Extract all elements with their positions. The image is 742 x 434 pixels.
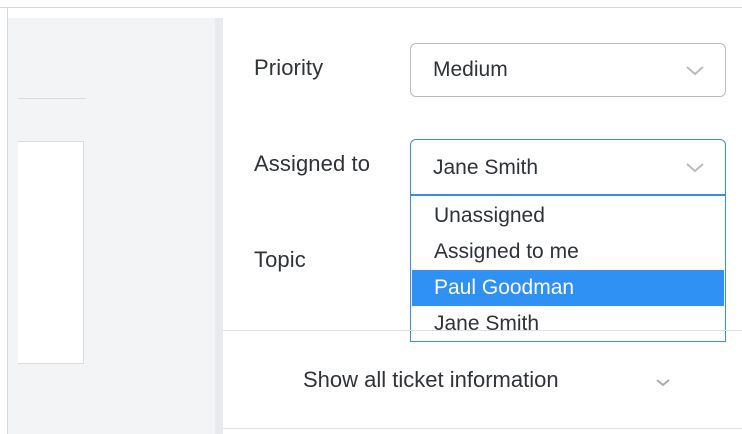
left-pane-divider (18, 98, 86, 99)
assigned-to-label: Assigned to (254, 151, 371, 176)
assigned-to-value: Jane Smith (433, 156, 539, 179)
show-all-ticket-info-link[interactable]: Show all ticket information (303, 362, 559, 398)
assigned-to-dropdown: Unassigned Assigned to me Paul Goodman J… (410, 195, 726, 342)
chevron-down-icon (686, 163, 704, 173)
priority-value: Medium (433, 58, 508, 81)
assigned-to-select[interactable]: Jane Smith (410, 139, 726, 195)
pane-splitter[interactable] (215, 18, 223, 434)
dropdown-option-paul-goodman[interactable]: Paul Goodman (412, 270, 724, 306)
page-border-top (0, 7, 742, 8)
ticket-editor: Priority Medium Assigned to Jane Smith U… (0, 0, 742, 434)
panel-bottom-divider (223, 428, 742, 429)
priority-select[interactable]: Medium (410, 43, 726, 97)
chevron-down-icon (686, 66, 704, 76)
section-divider (223, 330, 742, 331)
dropdown-option-unassigned[interactable]: Unassigned (412, 198, 724, 234)
priority-label: Priority (254, 55, 324, 80)
chevron-down-icon[interactable] (655, 378, 671, 388)
dropdown-option-assigned-to-me[interactable]: Assigned to me (412, 234, 724, 270)
left-pane-card (18, 141, 84, 364)
topic-label: Topic (254, 247, 306, 272)
dropdown-option-jane-smith[interactable]: Jane Smith (412, 306, 724, 342)
